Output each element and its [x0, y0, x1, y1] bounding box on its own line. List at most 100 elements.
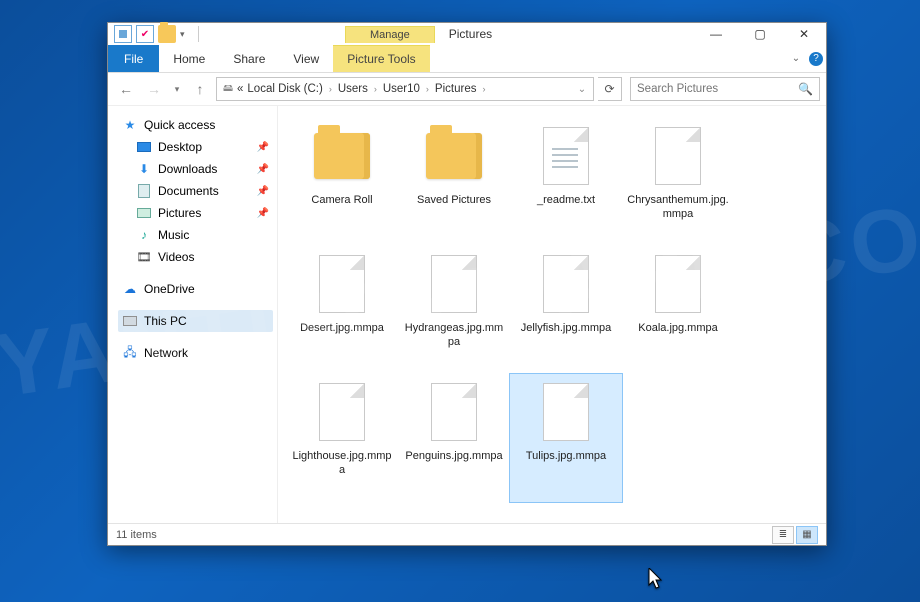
sidebar-item-this-pc[interactable]: This PC: [118, 310, 273, 332]
star-icon: ★: [122, 117, 138, 133]
up-button[interactable]: ↑: [188, 77, 212, 101]
navigation-pane: ★ Quick access Desktop 📌 ⬇ Downloads 📌 D…: [108, 106, 278, 523]
explorer-window: ✔ ▾ Manage Pictures — ▢ ✕ File Home Shar…: [107, 22, 827, 546]
new-folder-icon[interactable]: [158, 25, 176, 43]
file-item[interactable]: _readme.txt: [510, 118, 622, 246]
forward-button[interactable]: →: [142, 77, 166, 101]
large-icons-view-button[interactable]: ▦: [796, 526, 818, 544]
properties-icon[interactable]: [114, 25, 132, 43]
cloud-icon: ☁: [122, 281, 138, 297]
sidebar-item-downloads[interactable]: ⬇ Downloads 📌: [118, 158, 273, 180]
item-label: Lighthouse.jpg.mmpa: [290, 450, 394, 478]
file-item[interactable]: Desert.jpg.mmpa: [286, 246, 398, 374]
address-dropdown-icon[interactable]: ⌄: [575, 82, 589, 96]
breadcrumb-user[interactable]: User10: [381, 83, 422, 95]
quick-access-toolbar: ✔ ▾: [114, 25, 203, 43]
qat-separator: [198, 26, 199, 42]
qat-dropdown-icon[interactable]: ▾: [180, 29, 190, 40]
breadcrumb-users[interactable]: Users: [336, 83, 370, 95]
sidebar-item-music[interactable]: ♪ Music: [118, 224, 273, 246]
item-label: _readme.txt: [537, 194, 595, 208]
sidebar-item-label: This PC: [144, 314, 187, 328]
checkmark-icon[interactable]: ✔: [136, 25, 154, 43]
pin-icon: 📌: [257, 186, 269, 197]
sidebar-item-network[interactable]: 🖧 Network: [118, 342, 273, 364]
chevron-right-icon[interactable]: ›: [424, 84, 431, 94]
folder-icon: [422, 124, 486, 188]
share-tab[interactable]: Share: [219, 45, 279, 72]
minimize-button[interactable]: —: [694, 23, 738, 45]
sidebar-item-desktop[interactable]: Desktop 📌: [118, 136, 273, 158]
view-tab[interactable]: View: [279, 45, 333, 72]
sidebar-item-label: Pictures: [158, 206, 201, 220]
item-label: Penguins.jpg.mmpa: [405, 450, 502, 464]
folder-icon: [310, 124, 374, 188]
item-label: Desert.jpg.mmpa: [300, 322, 384, 336]
file-item[interactable]: Koala.jpg.mmpa: [622, 246, 734, 374]
back-button[interactable]: ←: [114, 77, 138, 101]
file-tab[interactable]: File: [108, 45, 159, 72]
chevron-right-icon[interactable]: ›: [372, 84, 379, 94]
pc-icon: [122, 313, 138, 329]
history-dropdown-icon[interactable]: ▾: [170, 77, 184, 101]
sidebar-item-label: Videos: [158, 250, 194, 264]
refresh-button[interactable]: ⟳: [598, 77, 622, 101]
file-item[interactable]: Penguins.jpg.mmpa: [398, 374, 510, 502]
ribbon-expand-icon[interactable]: ⌄: [786, 45, 806, 72]
window-title: Pictures: [449, 27, 492, 41]
file-item[interactable]: Jellyfish.jpg.mmpa: [510, 246, 622, 374]
sidebar-item-label: OneDrive: [144, 282, 195, 296]
file-item[interactable]: Lighthouse.jpg.mmpa: [286, 374, 398, 502]
item-label: Koala.jpg.mmpa: [638, 322, 718, 336]
contextual-tab-header: Manage: [345, 26, 435, 43]
sidebar-item-label: Desktop: [158, 140, 202, 154]
manage-context-label: Manage: [345, 26, 435, 43]
pin-icon: 📌: [257, 142, 269, 153]
desktop-icon: [136, 139, 152, 155]
close-button[interactable]: ✕: [782, 23, 826, 45]
sidebar-item-onedrive[interactable]: ☁ OneDrive: [118, 278, 273, 300]
details-view-button[interactable]: ≣: [772, 526, 794, 544]
network-icon: 🖧: [122, 345, 138, 361]
ribbon-tabs: File Home Share View Picture Tools ⌄ ?: [108, 45, 826, 73]
file-icon: [534, 252, 598, 316]
search-input[interactable]: [637, 83, 794, 95]
chevron-right-icon[interactable]: ›: [480, 84, 487, 94]
search-box[interactable]: 🔍: [630, 77, 820, 101]
videos-icon: 🎞: [136, 249, 152, 265]
file-icon: [422, 380, 486, 444]
item-label: Saved Pictures: [417, 194, 491, 208]
folder-item[interactable]: Saved Pictures: [398, 118, 510, 246]
sidebar-item-label: Music: [158, 228, 189, 242]
pin-icon: 📌: [257, 164, 269, 175]
file-item[interactable]: Chrysanthemum.jpg.mmpa: [622, 118, 734, 246]
file-item[interactable]: Tulips.jpg.mmpa: [510, 374, 622, 502]
address-bar[interactable]: 🖴 « Local Disk (C:) › Users › User10 › P…: [216, 77, 594, 101]
sidebar-item-label: Downloads: [158, 162, 217, 176]
items-view[interactable]: Camera Roll Saved Pictures _readme.txt Chry…: [278, 106, 826, 523]
sidebar-item-documents[interactable]: Documents 📌: [118, 180, 273, 202]
sidebar-item-pictures[interactable]: Pictures 📌: [118, 202, 273, 224]
file-icon: [310, 380, 374, 444]
status-item-count: 11 items: [116, 529, 157, 541]
sidebar-item-quick-access[interactable]: ★ Quick access: [118, 114, 273, 136]
folder-item[interactable]: Camera Roll: [286, 118, 398, 246]
breadcrumb-pictures[interactable]: Pictures: [433, 83, 479, 95]
sidebar-item-label: Documents: [158, 184, 219, 198]
sidebar-item-label: Quick access: [144, 118, 215, 132]
help-button[interactable]: ?: [806, 45, 826, 72]
file-icon: [422, 252, 486, 316]
pin-icon: 📌: [257, 208, 269, 219]
picture-tools-tab[interactable]: Picture Tools: [333, 45, 429, 72]
breadcrumb-drive[interactable]: Local Disk (C:): [245, 83, 324, 95]
file-icon: [646, 124, 710, 188]
maximize-button[interactable]: ▢: [738, 23, 782, 45]
item-label: Tulips.jpg.mmpa: [526, 450, 606, 464]
pictures-icon: [136, 205, 152, 221]
chevron-right-icon[interactable]: ›: [327, 84, 334, 94]
sidebar-item-videos[interactable]: 🎞 Videos: [118, 246, 273, 268]
home-tab[interactable]: Home: [159, 45, 219, 72]
item-label: Camera Roll: [311, 194, 372, 208]
file-item[interactable]: Hydrangeas.jpg.mmpa: [398, 246, 510, 374]
item-label: Hydrangeas.jpg.mmpa: [402, 322, 506, 350]
